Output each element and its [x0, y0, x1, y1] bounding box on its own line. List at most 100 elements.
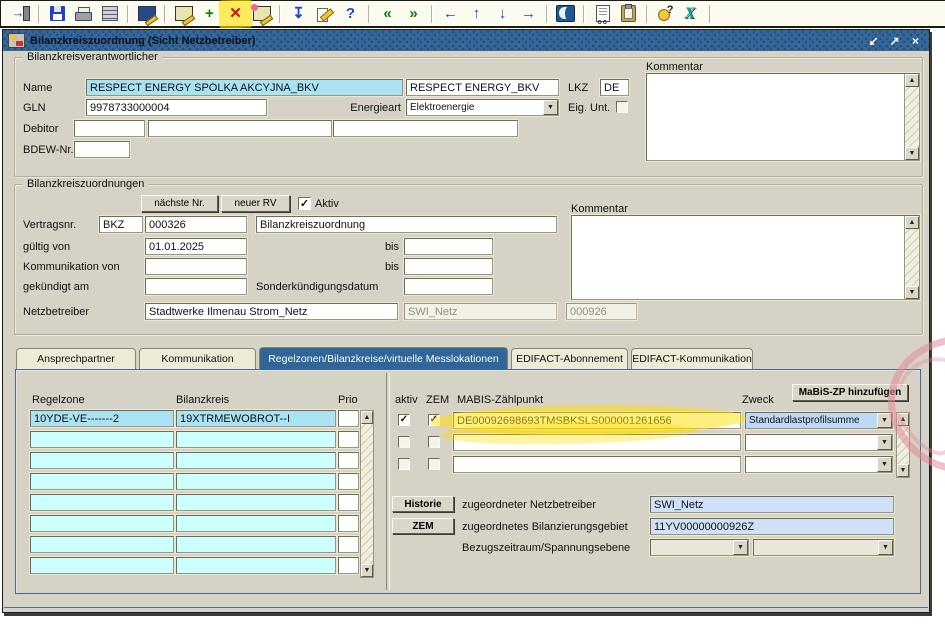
nav-left-icon[interactable]: ← — [438, 3, 463, 25]
bilanzkreis-cell[interactable] — [176, 494, 336, 511]
dropdown-arrow-icon[interactable]: ▼ — [878, 540, 893, 555]
delete-record-icon[interactable]: ✕ — [223, 3, 248, 25]
bkz-kommentar-box[interactable]: ▲ ▼ — [571, 215, 920, 300]
mabis-zem-checkbox[interactable] — [428, 414, 440, 426]
execute-query-icon[interactable] — [134, 3, 159, 25]
scroll-down-icon[interactable]: ▼ — [905, 286, 919, 299]
minimize-icon[interactable]: ↙ — [865, 33, 882, 48]
list-icon[interactable] — [97, 3, 122, 25]
tab-edifact-abonnement[interactable]: EDIFACT-Abonnement — [511, 348, 628, 369]
zweck-dropdown[interactable]: ▼ — [745, 434, 893, 451]
prio-cell[interactable] — [338, 494, 359, 511]
window-titlebar[interactable]: Bilanzkreiszuordnung (Sicht Netzbetreibe… — [3, 30, 929, 51]
eig-unt-checkbox[interactable] — [616, 101, 628, 113]
mabis-scrollbar[interactable]: ▲ ▼ — [896, 412, 910, 478]
debitor-field-3[interactable] — [333, 120, 518, 137]
debitor-field-2[interactable] — [148, 120, 332, 137]
debitor-field-1[interactable] — [74, 120, 145, 137]
vertrag-type-field[interactable] — [99, 216, 143, 233]
mabis-zaehlpunkt-field[interactable] — [453, 456, 741, 473]
dropdown-arrow-icon[interactable]: ▼ — [543, 100, 558, 115]
paste-icon[interactable] — [616, 3, 641, 25]
previous-block-icon[interactable]: « — [375, 3, 400, 25]
scroll-down-icon[interactable]: ▼ — [897, 464, 909, 477]
netzbetreiber-short-field[interactable] — [404, 303, 557, 320]
scroll-up-icon[interactable]: ▲ — [897, 413, 909, 426]
gekuendigt-am-field[interactable] — [145, 278, 247, 295]
scroll-down-icon[interactable]: ▼ — [905, 147, 919, 160]
scroll-up-icon[interactable]: ▲ — [905, 216, 919, 229]
save-icon[interactable] — [45, 3, 70, 25]
tab-kommunikation[interactable]: Kommunikation — [139, 348, 256, 369]
nav-right-icon[interactable]: → — [516, 3, 541, 25]
zugeordneter-netzbetreiber-field[interactable] — [650, 496, 894, 513]
bkv-kommentar-box[interactable]: ▲ ▼ — [646, 73, 920, 161]
regelzone-cell[interactable] — [30, 515, 174, 532]
tab-regelzonen-bilanzkreise-virtuelle-messlo[interactable]: Regelzonen/Bilanzkreise/virtuelle Messlo… — [259, 347, 508, 370]
regelzone-cell[interactable] — [30, 536, 174, 553]
regelzonen-scrollbar[interactable]: ▲ ▼ — [360, 410, 374, 578]
next-nr-button[interactable]: nächste Nr. — [141, 195, 218, 212]
prio-cell[interactable] — [338, 410, 359, 427]
nav-up-icon[interactable]: ↑ — [464, 3, 489, 25]
bilanzkreis-cell[interactable] — [176, 473, 336, 490]
gln-field[interactable] — [86, 99, 267, 116]
kommunikation-von-field[interactable] — [145, 258, 247, 275]
mabis-zem-checkbox[interactable] — [428, 436, 440, 448]
dropdown-arrow-icon[interactable]: ▼ — [877, 435, 892, 450]
historie-button[interactable]: Historie — [392, 496, 454, 512]
dropdown-arrow-icon[interactable]: ▼ — [877, 457, 892, 472]
mabis-zem-checkbox[interactable] — [428, 458, 440, 470]
bilanzierungsgebiet-field[interactable] — [650, 518, 894, 535]
mabis-aktiv-checkbox[interactable] — [398, 414, 410, 426]
bilanzkreis-cell[interactable] — [176, 431, 336, 448]
bkv-kommentar-scrollbar[interactable]: ▲ ▼ — [904, 74, 919, 160]
regelzone-cell[interactable] — [30, 452, 174, 469]
zweck-dropdown[interactable]: Standardlastprofilsumme▼ — [745, 412, 893, 429]
gueltig-von-field[interactable] — [145, 238, 247, 255]
bilanzkreis-cell[interactable] — [176, 515, 336, 532]
prio-cell[interactable] — [338, 431, 359, 448]
sonderkuendigung-field[interactable] — [404, 278, 493, 295]
scroll-up-icon[interactable]: ▲ — [905, 74, 919, 87]
print-icon[interactable] — [71, 3, 96, 25]
prio-cell[interactable] — [338, 536, 359, 553]
gueltig-bis-field[interactable] — [404, 238, 493, 255]
prio-cell[interactable] — [338, 515, 359, 532]
mabis-aktiv-checkbox[interactable] — [398, 436, 410, 448]
vertrag-nr-field[interactable] — [145, 216, 247, 233]
prio-cell[interactable] — [338, 473, 359, 490]
netzbetreiber-nr-field[interactable] — [566, 303, 637, 320]
excel-export-icon[interactable] — [679, 3, 704, 25]
vertrag-name-field[interactable] — [256, 216, 557, 233]
zweck-dropdown[interactable]: ▼ — [745, 456, 893, 473]
bilanzkreis-cell[interactable] — [176, 452, 336, 469]
regelzone-cell[interactable] — [30, 494, 174, 511]
regelzone-cell[interactable] — [30, 557, 174, 574]
mabis-aktiv-checkbox[interactable] — [398, 458, 410, 470]
prio-cell[interactable] — [338, 557, 359, 574]
regelzone-cell[interactable] — [30, 431, 174, 448]
bilanzkreis-cell[interactable] — [176, 410, 336, 427]
regelzone-cell[interactable] — [30, 410, 174, 427]
currency-help-icon[interactable] — [653, 3, 678, 25]
bkv-short-name-field[interactable] — [406, 79, 559, 96]
bezugszeitraum-dropdown[interactable]: ▼ — [650, 539, 749, 556]
enter-query-icon[interactable] — [171, 3, 196, 25]
mabis-zaehlpunkt-field[interactable] — [453, 434, 741, 451]
aktiv-checkbox[interactable] — [298, 197, 311, 210]
dropdown-arrow-icon[interactable]: ▼ — [733, 540, 748, 555]
edit-icon[interactable] — [312, 3, 337, 25]
scroll-up-icon[interactable]: ▲ — [361, 411, 373, 424]
list-of-values-icon[interactable] — [590, 3, 615, 25]
bkz-kommentar-scrollbar[interactable]: ▲ ▼ — [904, 216, 919, 299]
spannungsebene-dropdown[interactable]: ▼ — [753, 539, 894, 556]
nav-down-icon[interactable]: ↓ — [490, 3, 515, 25]
kommunikation-bis-field[interactable] — [404, 258, 493, 275]
help-icon[interactable]: ? — [338, 3, 363, 25]
lkz-field[interactable] — [600, 79, 629, 96]
bkv-name-field[interactable] — [86, 79, 403, 96]
mabis-zaehlpunkt-field[interactable] — [453, 412, 741, 429]
prio-cell[interactable] — [338, 452, 359, 469]
exit-icon[interactable] — [8, 3, 33, 25]
